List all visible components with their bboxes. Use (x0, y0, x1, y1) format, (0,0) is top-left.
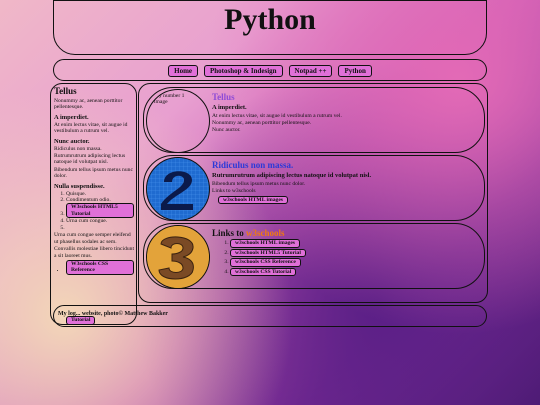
number-two-icon (147, 158, 209, 220)
list-item: w3schools CSS Tutorial (230, 267, 474, 276)
number-three-image (146, 225, 210, 289)
list-item (66, 225, 134, 231)
sidebar-paragraph-4: Convallis molestiae libero tincidunt a s… (54, 246, 135, 259)
card-subtitle: Rutrumrutrum adipiscing lectus natoque i… (212, 172, 372, 179)
card-body: Tellus A imperdiet. At enim lectus vitae… (212, 92, 474, 134)
card-title-accent: w3schools (246, 228, 285, 238)
card-line: Links to w3schools (212, 187, 256, 194)
list-item: W3schools CSS Reference (66, 259, 134, 275)
card-line: At enim lectus vitae, sit augue id vesti… (212, 112, 342, 119)
sidebar-heading-2: Nunc auctor. (54, 137, 90, 145)
sidebar-title: Tellus (54, 86, 77, 96)
nav-list: Home Photoshop & Indesign Notpad ++ Pyth… (54, 65, 486, 77)
sidebar-paragraph-2a: Ridiculus non massa. (54, 145, 102, 152)
site-footer: My log... website, photo© Matthew Bakker (53, 305, 487, 327)
sidebar-bullet-list: W3schools CSS Reference (54, 259, 134, 275)
sidebar-paragraph-3: Urna cum congue semper eleifend ut phase… (54, 232, 131, 245)
nav-link-photoshop[interactable]: Photoshop & Indesign (204, 65, 283, 77)
sidebar-paragraph-1: At enim lectus vitae, sit augue id vesti… (54, 121, 128, 135)
card-image-placeholder: My number 1 image (146, 89, 210, 153)
nav-link-home[interactable]: Home (168, 65, 199, 77)
content-card-2: Ridiculus non massa. Rutrumrutrum adipis… (143, 155, 485, 221)
image-alt-text: My number 1 image (154, 93, 185, 105)
list-item: w3schools HTML5 Tutorial (230, 248, 474, 257)
number-three-icon (147, 226, 209, 288)
sidebar: Tellus Nonummy ac, aenean porttitor pell… (50, 83, 137, 325)
content-card-3: Links to w3schools w3schools HTML images… (143, 223, 485, 289)
card-title: Links to w3schools (212, 228, 474, 239)
site-header: Python (53, 0, 487, 55)
list-item: w3schools HTML images (230, 239, 474, 248)
number-two-image (146, 157, 210, 221)
page-title: Python (224, 3, 316, 36)
sidebar-heading-1: A imperdiet. (54, 113, 89, 121)
card-subtitle: A imperdiet. (212, 104, 247, 111)
w3schools-css-reference-link[interactable]: w3schools CSS Reference (230, 258, 301, 267)
content-card-1: My number 1 image Tellus A imperdiet. At… (143, 87, 485, 153)
w3schools-links-list: w3schools HTML images w3schools HTML5 Tu… (212, 239, 474, 276)
card-title-prefix: Links to (212, 228, 247, 238)
list-item: w3schools CSS Reference (230, 258, 474, 267)
sidebar-intro: Nonummy ac, aenean porttitor pellentesqu… (54, 98, 123, 111)
card-title: Ridiculus non massa. (212, 160, 294, 170)
card-body: Links to w3schools w3schools HTML images… (212, 228, 474, 276)
sidebar-paragraph-2c: Bibendum tellus ipsum metus nunc dolor. (54, 166, 133, 180)
card-body: Ridiculus non massa. Rutrumrutrum adipis… (212, 160, 474, 204)
main-content: My number 1 image Tellus A imperdiet. At… (138, 83, 488, 303)
w3schools-html5-tutorial-link[interactable]: w3schools HTML5 Tutorial (230, 248, 306, 257)
sidebar-ordered-list: Quisque. Condimentum odio. W3schools HTM… (54, 191, 134, 232)
w3schools-css-tutorial-link[interactable]: w3schools CSS Tutorial (230, 267, 297, 276)
card-line: Nonummy ac, aenean porttitor pellentesqu… (212, 119, 312, 126)
sidebar-paragraph-2b: Rutrumrutrum adipiscing lectus natoque i… (54, 153, 126, 166)
w3schools-css-reference-link[interactable]: W3schools CSS Reference (66, 259, 134, 275)
card-line: Bibendum tellus ipsum metus nunc dolor. (212, 180, 306, 187)
w3schools-html-images-link[interactable]: w3schools HTML images (230, 239, 300, 248)
list-item: W3schools HTML5 Tutorial (66, 203, 134, 219)
navigation-bar: Home Photoshop & Indesign Notpad ++ Pyth… (53, 59, 487, 81)
nav-link-python[interactable]: Python (338, 65, 372, 77)
nav-link-notepad[interactable]: Notpad ++ (288, 65, 333, 77)
w3schools-html-images-button[interactable]: w3schools HTML images (218, 195, 288, 204)
card-title: Tellus (212, 92, 235, 102)
card-line: Nunc auctor. (212, 126, 241, 133)
overflow-tutorial-link[interactable]: Tutorial (66, 316, 96, 325)
sidebar-content: Tellus Nonummy ac, aenean porttitor pell… (54, 86, 134, 276)
w3schools-html5-link[interactable]: W3schools HTML5 Tutorial (66, 203, 134, 219)
sidebar-heading-3: Nulla suspendisse. (54, 182, 105, 190)
